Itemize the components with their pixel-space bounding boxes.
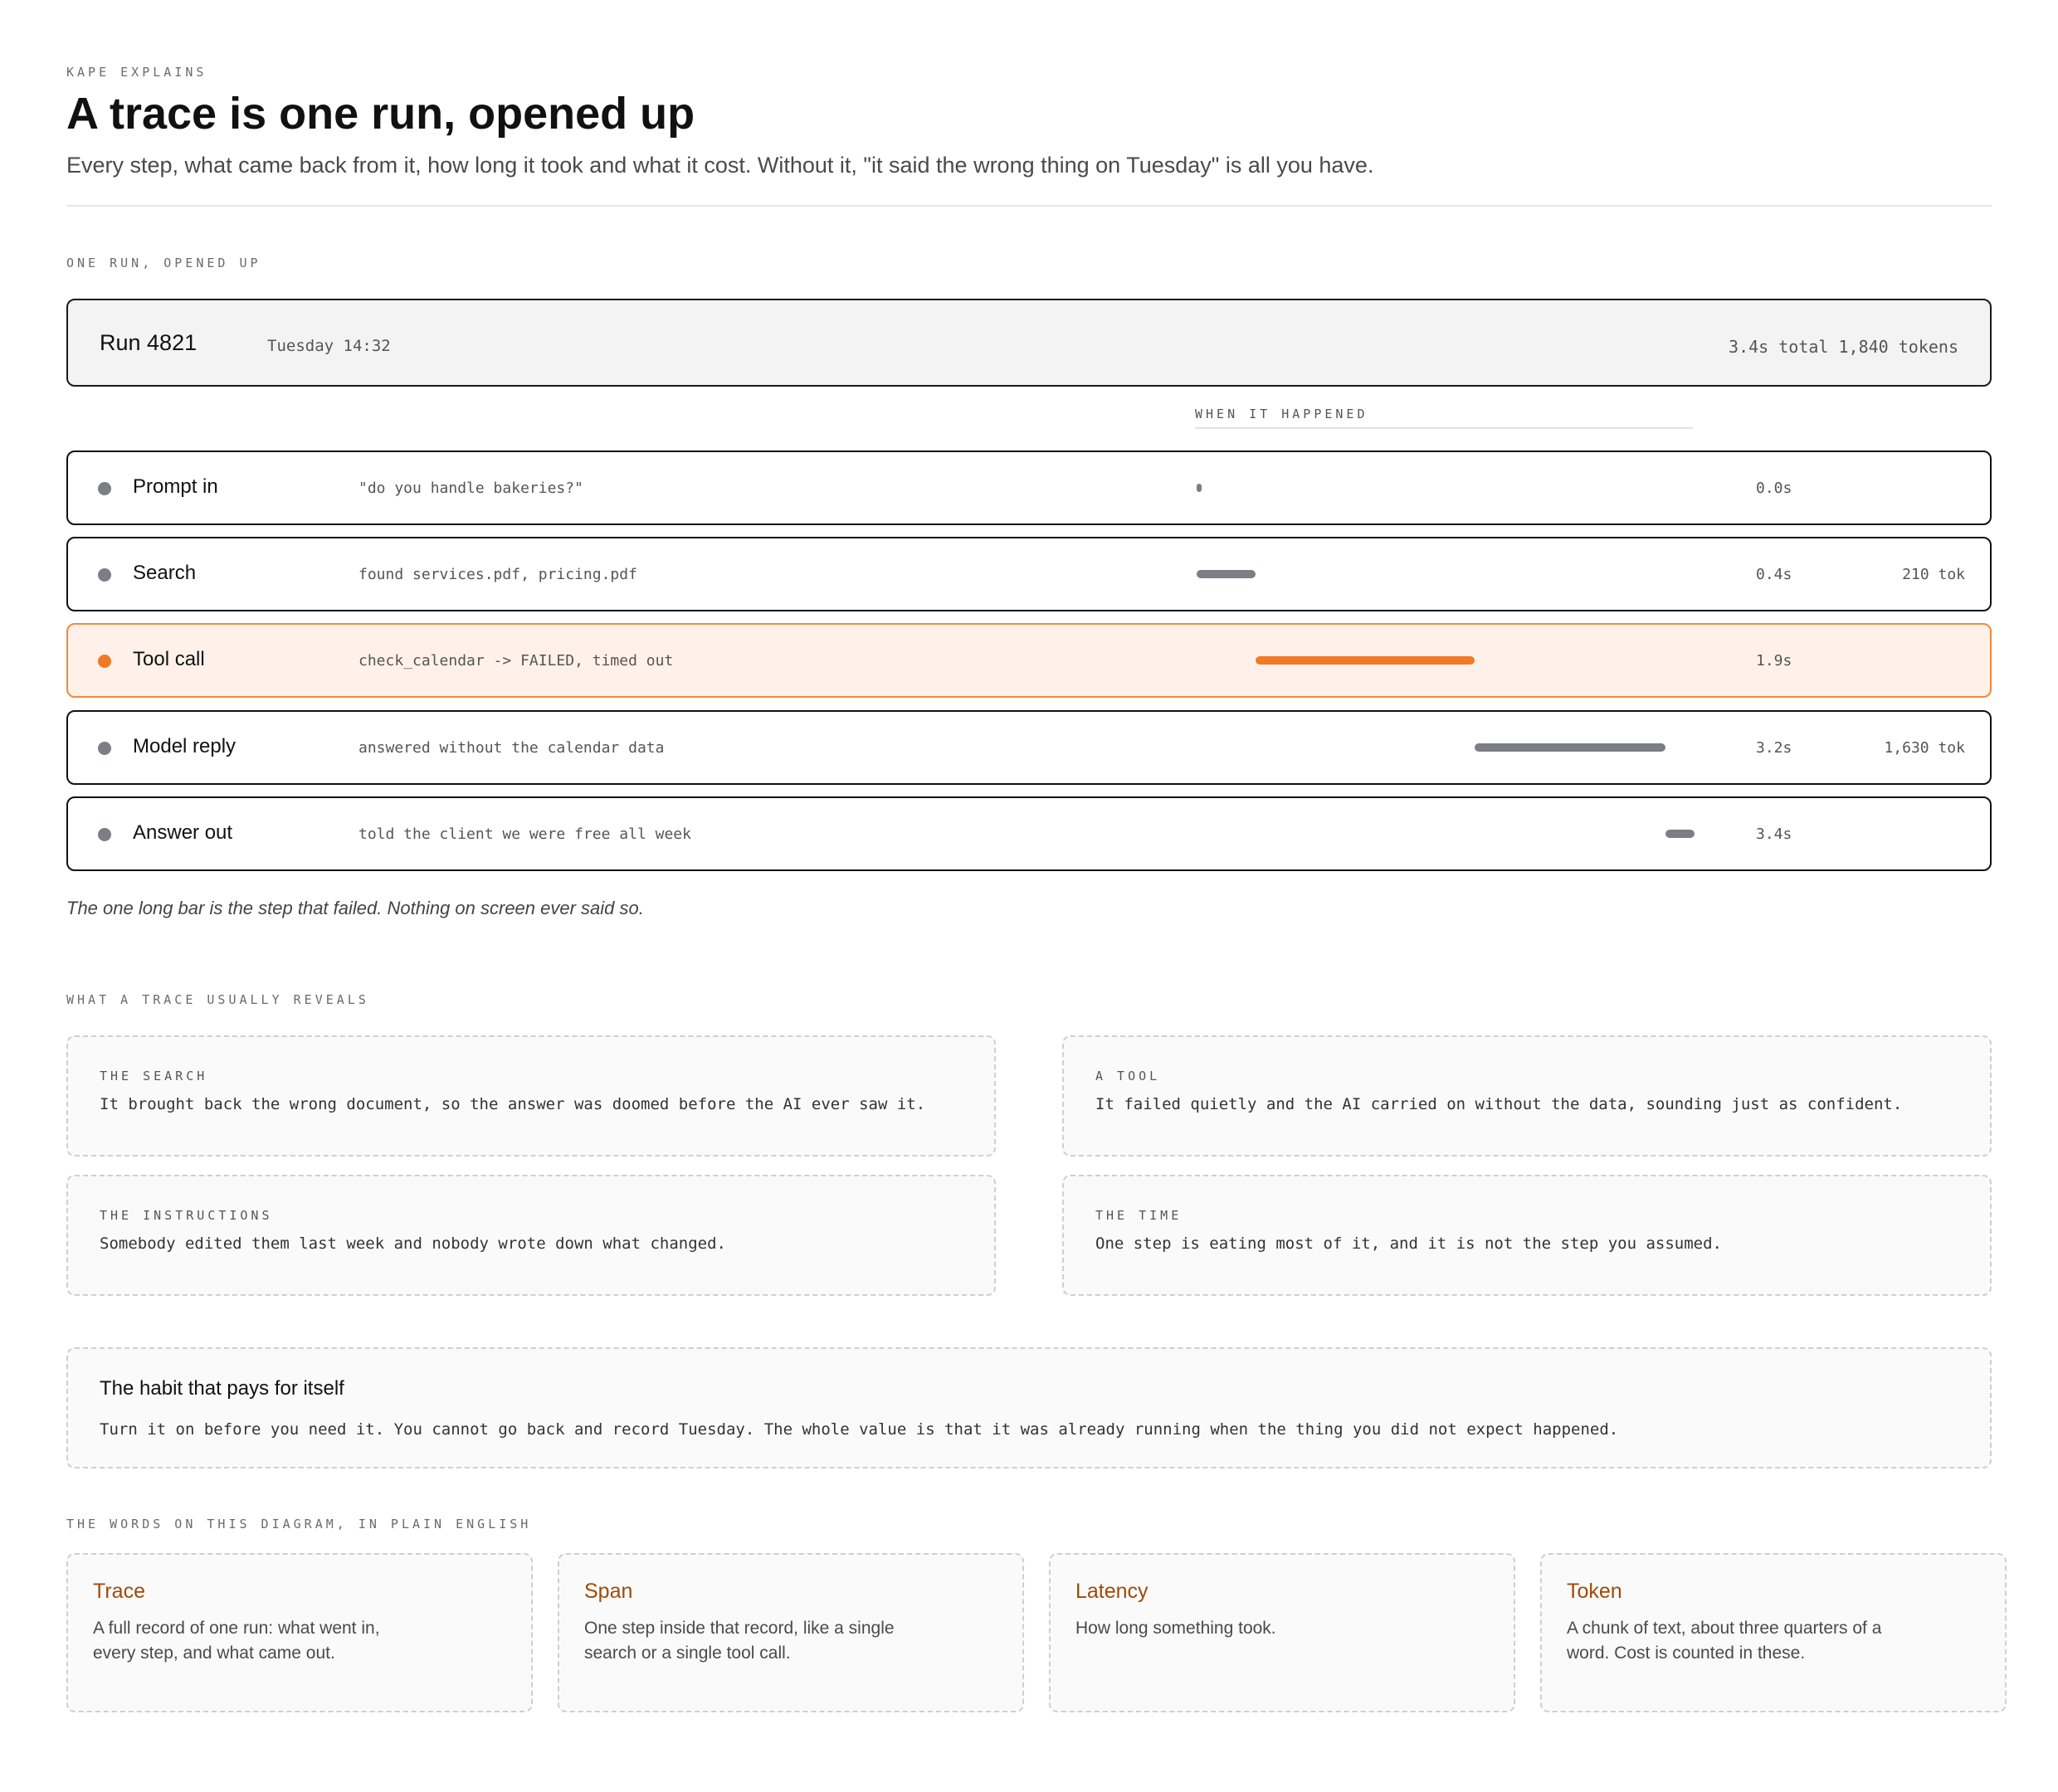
timeline-bar <box>1197 484 1202 492</box>
run-header: Run 4821 Tuesday 14:32 3.4s total 1,840 … <box>66 299 1992 387</box>
reveal-label: THE INSTRUCTIONS <box>100 1208 273 1223</box>
span-row-search[interactable]: Search found services.pdf, pricing.pdf 0… <box>66 537 1992 611</box>
span-detail: answered without the calendar data <box>358 739 665 757</box>
timeline-rule <box>1195 427 1693 429</box>
span-time: 1.9s <box>1756 652 1792 670</box>
span-tokens: 1,630 tok <box>1884 739 1965 757</box>
section-label-glossary: THE WORDS ON THIS DIAGRAM, IN PLAIN ENGL… <box>66 1517 532 1531</box>
span-name: Model reply <box>133 735 237 757</box>
glossary-definition: How long something took. <box>1075 1619 1276 1638</box>
glossary-term: Token <box>1567 1580 1622 1603</box>
span-name: Answer out <box>133 821 233 844</box>
reveal-text: Somebody edited them last week and nobod… <box>100 1234 726 1253</box>
kicker: KAPE EXPLAINS <box>66 65 207 80</box>
reveal-text: It brought back the wrong document, so t… <box>100 1095 926 1113</box>
glossary-definition: A chunk of text, about three quarters of… <box>1567 1619 1882 1663</box>
span-time: 3.4s <box>1756 825 1792 843</box>
timeline-bar <box>1665 830 1695 838</box>
status-dot-icon <box>98 568 111 582</box>
glossary-card-trace: Trace A full record of one run: what wen… <box>66 1553 533 1712</box>
glossary-definition: One step inside that record, like a sing… <box>584 1619 895 1663</box>
status-dot-icon <box>98 655 111 668</box>
habit-text: Turn it on before you need it. You canno… <box>100 1420 1619 1439</box>
status-dot-icon <box>98 482 111 495</box>
timeline-bar <box>1475 743 1665 752</box>
span-row-tool-call[interactable]: Tool call check_calendar -> FAILED, time… <box>66 623 1992 698</box>
span-detail: found services.pdf, pricing.pdf <box>358 566 637 583</box>
reveal-text: It failed quietly and the AI carried on … <box>1095 1095 1903 1113</box>
reveal-label: THE TIME <box>1095 1208 1183 1223</box>
reveal-card-time: THE TIME One step is eating most of it, … <box>1062 1175 1992 1296</box>
glossary-card-token: Token A chunk of text, about three quart… <box>1540 1553 2007 1712</box>
span-row-model-reply[interactable]: Model reply answered without the calenda… <box>66 710 1992 785</box>
timeline-label: WHEN IT HAPPENED <box>1195 407 1368 421</box>
glossary-term: Span <box>584 1580 633 1603</box>
header-divider <box>66 205 1992 207</box>
reveal-card-instructions: THE INSTRUCTIONS Somebody edited them la… <box>66 1175 996 1296</box>
span-row-prompt-in[interactable]: Prompt in "do you handle bakeries?" 0.0s <box>66 450 1992 525</box>
reveal-text: One step is eating most of it, and it is… <box>1095 1234 1722 1253</box>
run-time: Tuesday 14:32 <box>267 337 391 355</box>
span-detail: "do you handle bakeries?" <box>358 480 583 497</box>
glossary-card-span: Span One step inside that record, like a… <box>558 1553 1024 1712</box>
reveal-label: A TOOL <box>1095 1069 1161 1083</box>
span-tokens: 210 tok <box>1902 566 1965 583</box>
span-name: Tool call <box>133 648 205 670</box>
glossary-card-latency: Latency How long something took. <box>1049 1553 1515 1712</box>
reveal-label: THE SEARCH <box>100 1069 208 1083</box>
habit-callout: The habit that pays for itself Turn it o… <box>66 1347 1992 1468</box>
reveal-card-tool: A TOOL It failed quietly and the AI carr… <box>1062 1035 1992 1157</box>
glossary-term: Trace <box>93 1580 145 1603</box>
status-dot-icon <box>98 828 111 841</box>
run-name: Run 4821 <box>100 330 198 355</box>
section-label-run: ONE RUN, OPENED UP <box>66 256 261 270</box>
glossary-term: Latency <box>1075 1580 1148 1603</box>
glossary-definition: A full record of one run: what went in, … <box>93 1619 380 1663</box>
span-detail: told the client we were free all week <box>358 825 691 843</box>
span-time: 3.2s <box>1756 739 1792 757</box>
run-totals: 3.4s total 1,840 tokens <box>1729 337 1958 357</box>
trace-caption: The one long bar is the step that failed… <box>66 898 644 918</box>
span-detail: check_calendar -> FAILED, timed out <box>358 652 674 670</box>
span-time: 0.4s <box>1756 566 1792 583</box>
span-name: Prompt in <box>133 475 218 498</box>
section-label-reveals: WHAT A TRACE USUALLY REVEALS <box>66 992 369 1007</box>
status-dot-icon <box>98 742 111 755</box>
reveal-card-search: THE SEARCH It brought back the wrong doc… <box>66 1035 996 1157</box>
timeline-bar <box>1255 656 1475 665</box>
span-time: 0.0s <box>1756 480 1792 497</box>
timeline-bar <box>1197 570 1256 578</box>
span-name: Search <box>133 562 197 584</box>
page-subtitle: Every step, what came back from it, how … <box>66 153 1374 178</box>
habit-title: The habit that pays for itself <box>100 1377 344 1400</box>
span-row-answer-out[interactable]: Answer out told the client we were free … <box>66 796 1992 871</box>
page-title: A trace is one run, opened up <box>66 89 695 139</box>
